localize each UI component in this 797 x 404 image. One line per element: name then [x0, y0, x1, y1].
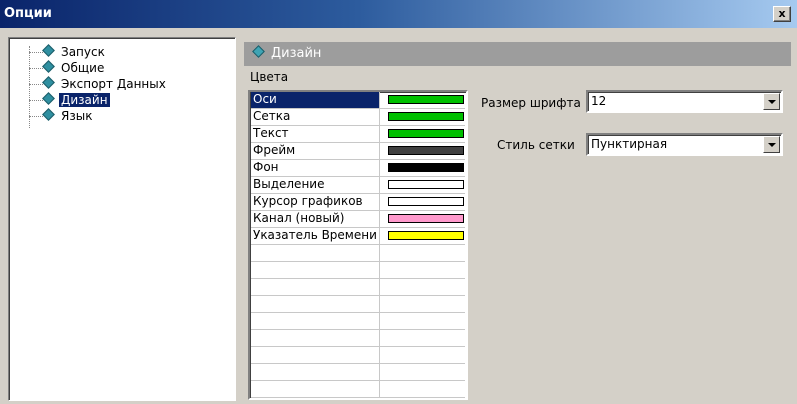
gem-icon	[252, 45, 265, 58]
font-size-label: Размер шрифта	[481, 96, 581, 110]
color-row[interactable]: Фон	[251, 160, 465, 177]
empty-row	[251, 364, 465, 381]
grid-style-label: Стиль сетки	[497, 138, 575, 152]
color-row-name: Канал (новый)	[251, 211, 380, 227]
gem-icon	[42, 92, 55, 105]
color-row-name: Указатель Времени	[251, 228, 380, 244]
section-header: Дизайн	[244, 42, 791, 66]
close-button[interactable]: x	[773, 6, 791, 22]
empty-row	[251, 381, 465, 398]
font-size-select[interactable]: 12	[586, 90, 783, 113]
color-row[interactable]: Указатель Времени	[251, 228, 465, 245]
color-row[interactable]: Курсор графиков	[251, 194, 465, 211]
color-grid[interactable]: Оси Сетка Текст Фрейм Фон Выделение Курсор гра…	[248, 90, 468, 400]
tree-item-label: Общие	[61, 61, 105, 75]
empty-row	[251, 296, 465, 313]
color-row[interactable]: Канал (новый)	[251, 211, 465, 228]
empty-row	[251, 245, 465, 262]
color-row[interactable]: Оси	[251, 92, 465, 109]
section-title: Дизайн	[271, 46, 322, 61]
tree-item-label: Дизайн	[59, 93, 110, 107]
empty-row	[251, 313, 465, 330]
colors-label: Цвета	[250, 70, 289, 84]
window-title: Опции	[4, 6, 52, 21]
tree-item-startup[interactable]: Запуск	[29, 44, 107, 60]
color-row-name	[251, 279, 380, 295]
tree-item-language[interactable]: Язык	[29, 108, 94, 124]
color-row-name	[251, 313, 380, 329]
color-swatch[interactable]	[388, 197, 464, 206]
color-swatch[interactable]	[388, 231, 464, 240]
gem-icon	[42, 60, 55, 73]
dropdown-arrow-icon[interactable]	[763, 136, 780, 153]
color-swatch[interactable]	[388, 180, 464, 189]
color-swatch[interactable]	[388, 112, 464, 121]
gem-icon	[42, 76, 55, 89]
title-bar[interactable]: Опции x	[0, 0, 797, 28]
color-row-name: Курсор графиков	[251, 194, 380, 210]
tree-item-design[interactable]: Дизайн	[29, 92, 110, 108]
color-swatch[interactable]	[388, 146, 464, 155]
color-row-name	[251, 347, 380, 363]
color-row-name: Фрейм	[251, 143, 380, 159]
color-row-name: Оси	[251, 92, 380, 108]
grid-style-value: Пунктирная	[591, 137, 668, 151]
gem-icon	[42, 44, 55, 57]
color-swatch[interactable]	[388, 214, 464, 223]
color-swatch[interactable]	[388, 129, 464, 138]
tree-item-label: Экспорт Данных	[61, 77, 166, 91]
dropdown-arrow-icon[interactable]	[763, 93, 780, 110]
color-swatch[interactable]	[388, 95, 464, 104]
options-tree: Запуск Общие Экспорт Данных Дизайн Язык	[8, 37, 236, 401]
color-row[interactable]: Фрейм	[251, 143, 465, 160]
color-swatch[interactable]	[388, 163, 464, 172]
color-row-name	[251, 364, 380, 380]
empty-row	[251, 330, 465, 347]
grid-style-select[interactable]: Пунктирная	[586, 133, 783, 156]
color-row[interactable]: Выделение	[251, 177, 465, 194]
color-row-name	[251, 245, 380, 261]
color-row-name: Текст	[251, 126, 380, 142]
color-row-name: Выделение	[251, 177, 380, 193]
tree-item-label: Запуск	[61, 45, 105, 59]
color-row[interactable]: Текст	[251, 126, 465, 143]
tree-item-label: Язык	[61, 109, 93, 123]
gem-icon	[42, 108, 55, 121]
empty-row	[251, 347, 465, 364]
empty-row	[251, 279, 465, 296]
tree-item-general[interactable]: Общие	[29, 60, 106, 76]
color-row-name	[251, 330, 380, 346]
color-row[interactable]: Сетка	[251, 109, 465, 126]
font-size-value: 12	[591, 94, 607, 108]
color-row-name	[251, 381, 380, 397]
empty-row	[251, 262, 465, 279]
color-row-name	[251, 296, 380, 312]
color-row-name: Фон	[251, 160, 380, 176]
color-row-name	[251, 262, 380, 278]
color-row-name: Сетка	[251, 109, 380, 125]
tree-item-data-export[interactable]: Экспорт Данных	[29, 76, 168, 92]
